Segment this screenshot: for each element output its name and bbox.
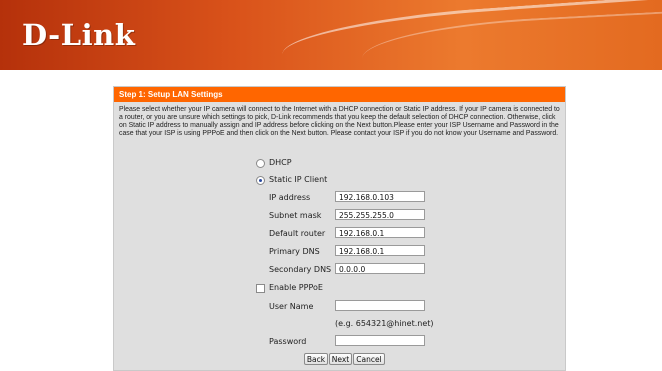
top-banner: D-Link [0, 0, 662, 70]
subnet-mask-label: Subnet mask [269, 211, 322, 220]
ip-address-label: IP address [269, 193, 311, 202]
username-input[interactable] [335, 300, 425, 311]
cancel-button[interactable]: Cancel [353, 353, 385, 365]
secondary-dns-label: Secondary DNS [269, 265, 332, 274]
dlink-logo: D-Link [22, 18, 136, 52]
password-label: Password [269, 337, 307, 346]
panel-description: Please select whether your IP camera wil… [119, 106, 560, 137]
subnet-mask-input[interactable]: 255.255.255.0 [335, 209, 425, 220]
ip-address-input[interactable]: 192.168.0.103 [335, 191, 425, 202]
dhcp-radio[interactable] [256, 159, 265, 168]
enable-pppoe-label: Enable PPPoE [269, 283, 323, 292]
static-ip-label: Static IP Client [269, 175, 328, 184]
panel-title: Step 1: Setup LAN Settings [114, 87, 565, 102]
setup-lan-panel: Step 1: Setup LAN Settings Please select… [113, 86, 566, 371]
primary-dns-input[interactable]: 192.168.0.1 [335, 245, 425, 256]
static-ip-radio[interactable] [256, 176, 265, 185]
enable-pppoe-checkbox[interactable] [256, 284, 265, 293]
password-input[interactable] [335, 335, 425, 346]
username-label: User Name [269, 302, 314, 311]
secondary-dns-input[interactable]: 0.0.0.0 [335, 263, 425, 274]
next-button[interactable]: Next [329, 353, 352, 365]
back-button[interactable]: Back [304, 353, 328, 365]
default-router-input[interactable]: 192.168.0.1 [335, 227, 425, 238]
primary-dns-label: Primary DNS [269, 247, 320, 256]
username-hint: (e.g. 654321@hinet.net) [335, 319, 434, 328]
default-router-label: Default router [269, 229, 326, 238]
dhcp-label: DHCP [269, 158, 292, 167]
